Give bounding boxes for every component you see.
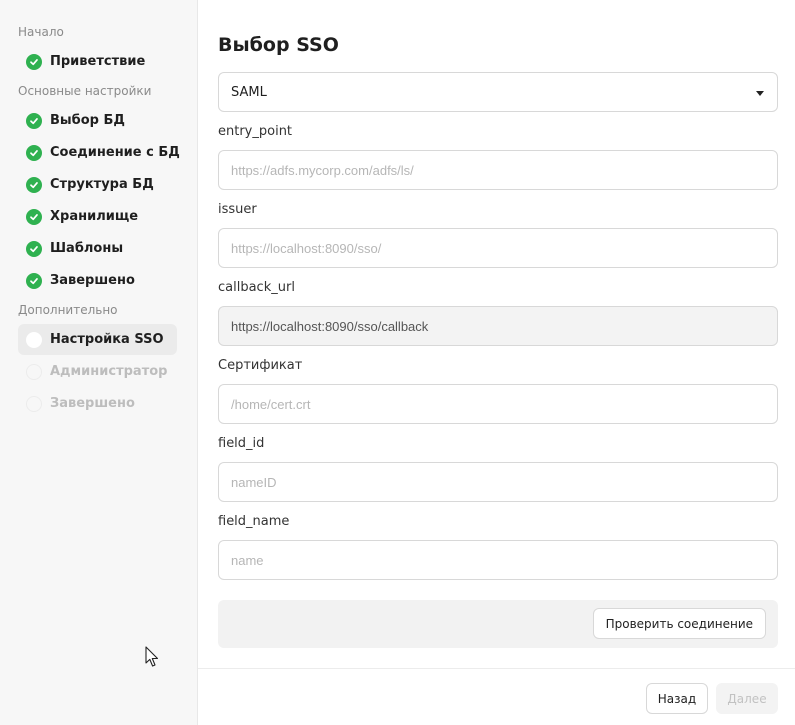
entry-point-input[interactable] [218, 150, 778, 190]
step-label: Завершено [50, 396, 135, 411]
check-icon [26, 176, 42, 193]
check-icon [26, 208, 42, 225]
step-label: Соединение с БД [50, 145, 180, 160]
section-title-additional: Дополнительно [18, 303, 118, 317]
circle-icon [26, 331, 42, 348]
circle-icon [26, 395, 42, 412]
step-finished-additional[interactable]: Завершено [18, 388, 177, 419]
back-button[interactable]: Назад [646, 683, 708, 714]
section-title-main-settings: Основные настройки [18, 84, 152, 98]
main-content: Выбор SSO SAML entry_point issuer callba… [198, 0, 795, 668]
step-db-connection[interactable]: Соединение с БД [18, 137, 180, 168]
check-icon [26, 53, 42, 70]
sidebar: Начало Приветствие Основные настройки Вы… [0, 0, 198, 725]
step-label: Приветствие [50, 54, 146, 69]
mouse-pointer-icon [145, 646, 159, 667]
callback-url-label: callback_url [218, 280, 295, 295]
field-name-label: field_name [218, 514, 290, 529]
step-label: Шаблоны [50, 241, 124, 256]
step-db-structure[interactable]: Структура БД [18, 169, 177, 200]
field-id-label: field_id [218, 436, 265, 451]
check-icon [26, 240, 42, 257]
step-label: Администратор [50, 364, 168, 379]
circle-icon [26, 363, 42, 380]
sso-type-select[interactable]: SAML [218, 72, 778, 112]
next-button[interactable]: Далее [716, 683, 778, 714]
issuer-input[interactable] [218, 228, 778, 268]
step-label: Хранилище [50, 209, 139, 224]
certificate-label: Сертификат [218, 358, 303, 373]
check-connection-button[interactable]: Проверить соединение [592, 608, 766, 639]
step-storage[interactable]: Хранилище [18, 201, 177, 232]
step-administrator[interactable]: Администратор [18, 356, 177, 387]
check-connection-panel: Проверить соединение [218, 600, 778, 648]
step-welcome[interactable]: Приветствие [18, 46, 177, 77]
check-icon [26, 112, 42, 129]
certificate-input[interactable] [218, 384, 778, 424]
step-finished-main[interactable]: Завершено [18, 265, 177, 296]
step-label: Структура БД [50, 177, 154, 192]
step-label: Настройка SSO [50, 332, 164, 347]
entry-point-label: entry_point [218, 124, 293, 139]
step-templates[interactable]: Шаблоны [18, 233, 177, 264]
chevron-down-icon [756, 91, 764, 96]
check-icon [26, 272, 42, 289]
step-sso-setup[interactable]: Настройка SSO [18, 324, 177, 355]
footer: Назад Далее [198, 668, 795, 725]
field-id-input[interactable] [218, 462, 778, 502]
section-title-start: Начало [18, 25, 64, 39]
step-label: Выбор БД [50, 113, 125, 128]
callback-url-input[interactable] [218, 306, 778, 346]
step-label: Завершено [50, 273, 135, 288]
issuer-label: issuer [218, 202, 257, 217]
step-db-choice[interactable]: Выбор БД [18, 105, 177, 136]
check-icon [26, 144, 42, 161]
sso-type-value: SAML [231, 84, 267, 100]
page-title: Выбор SSO [218, 34, 339, 56]
field-name-input[interactable] [218, 540, 778, 580]
